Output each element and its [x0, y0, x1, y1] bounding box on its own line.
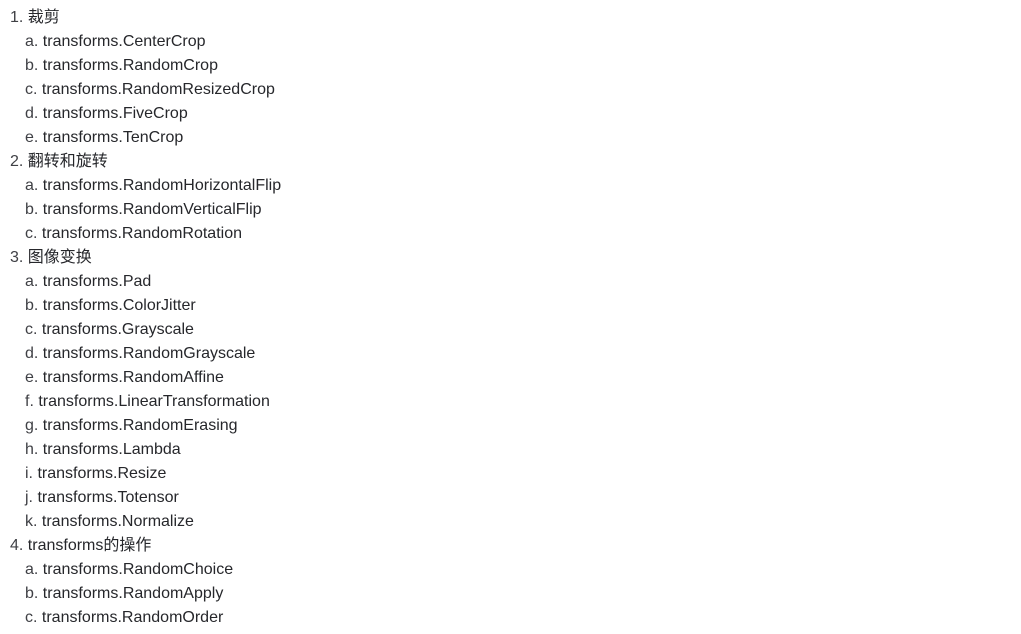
outline-subitem-label: transforms.RandomGrayscale: [42, 345, 256, 362]
outline-subitem: k. transforms.Normalize: [0, 510, 1021, 534]
outline-subitem-label: transforms.Totensor: [37, 489, 179, 506]
outline-item-label: 图像变换: [27, 249, 92, 266]
outline-subitem-label: transforms.Pad: [42, 273, 152, 290]
outline-subitem-label: transforms.FiveCrop: [42, 105, 188, 122]
outline-subitem: a. transforms.CenterCrop: [0, 30, 1021, 54]
outline-subitem-label: transforms.Resize: [37, 465, 167, 482]
outline-subitem-label: transforms.TenCrop: [42, 129, 184, 146]
outline-subitem: a. transforms.RandomChoice: [0, 558, 1021, 582]
outline-subitem-marker: b.: [25, 57, 39, 74]
outline-subitem: f. transforms.LinearTransformation: [0, 390, 1021, 414]
outline-subitem-label: transforms.RandomErasing: [42, 417, 238, 434]
outline-subitem-marker: b.: [25, 201, 39, 218]
outline-item: 1. 裁剪: [0, 6, 1021, 30]
outline-item: 3. 图像变换: [0, 246, 1021, 270]
outline-subitem-marker: a.: [25, 177, 39, 194]
outline-subitem-marker: i.: [25, 465, 33, 482]
outline-subitem: a. transforms.Pad: [0, 270, 1021, 294]
outline-subitem-marker: b.: [25, 585, 39, 602]
outline-subitem-marker: a.: [25, 561, 39, 578]
outline-subitem: g. transforms.RandomErasing: [0, 414, 1021, 438]
outline-item-marker: 3.: [10, 249, 24, 266]
outline-subitem: c. transforms.RandomResizedCrop: [0, 78, 1021, 102]
outline-subitem: j. transforms.Totensor: [0, 486, 1021, 510]
outline-item-marker: 1.: [10, 9, 24, 26]
outline-subitem-label: transforms.LinearTransformation: [38, 393, 270, 410]
outline-subitem-marker: h.: [25, 441, 39, 458]
outline-subitem-label: transforms.RandomApply: [42, 585, 224, 602]
outline-subitem-marker: c.: [25, 609, 38, 626]
outline-subitem-marker: e.: [25, 369, 39, 386]
outline-subitem: h. transforms.Lambda: [0, 438, 1021, 462]
outline-item-label: 翻转和旋转: [27, 153, 108, 170]
outline-subitem-marker: c.: [25, 81, 38, 98]
outline-list: 1. 裁剪 a. transforms.CenterCrop b. transfor…: [0, 6, 1021, 630]
outline-subitem-label: transforms.RandomHorizontalFlip: [42, 177, 282, 194]
outline-subitem-label: transforms.Grayscale: [41, 321, 194, 338]
outline-item-marker: 4.: [10, 537, 24, 554]
outline-subitem-marker: k.: [25, 513, 38, 530]
outline-subitem-marker: g.: [25, 417, 39, 434]
outline-subitem: i. transforms.Resize: [0, 462, 1021, 486]
outline-item: 4. transforms的操作: [0, 534, 1021, 558]
outline-subitem-label: transforms.Normalize: [41, 513, 194, 530]
outline-item: 2. 翻转和旋转: [0, 150, 1021, 174]
outline-subitem-label: transforms.RandomOrder: [41, 609, 224, 626]
outline-subitem-label: transforms.RandomRotation: [41, 225, 242, 242]
outline-subitem-marker: a.: [25, 273, 39, 290]
outline-subitem: b. transforms.RandomApply: [0, 582, 1021, 606]
outline-subitem-marker: d.: [25, 105, 39, 122]
outline-sublist: a. transforms.Pad b. transforms.ColorJitt…: [0, 270, 1021, 534]
outline-subitem-marker: j.: [25, 489, 33, 506]
outline-sublist: a. transforms.RandomHorizontalFlip b. tra…: [0, 174, 1021, 246]
outline-subitem-label: transforms.RandomAffine: [42, 369, 224, 386]
outline-item-label: transforms的操作: [27, 537, 152, 554]
outline-subitem-label: transforms.RandomChoice: [42, 561, 234, 578]
outline-subitem: d. transforms.RandomGrayscale: [0, 342, 1021, 366]
outline-subitem-label: transforms.RandomCrop: [42, 57, 218, 74]
outline-subitem: d. transforms.FiveCrop: [0, 102, 1021, 126]
outline-subitem-marker: a.: [25, 33, 39, 50]
outline-subitem-label: transforms.RandomVerticalFlip: [42, 201, 262, 218]
outline-subitem: b. transforms.ColorJitter: [0, 294, 1021, 318]
outline-subitem-marker: b.: [25, 297, 39, 314]
outline-subitem: c. transforms.Grayscale: [0, 318, 1021, 342]
outline-subitem-marker: e.: [25, 129, 39, 146]
outline-item-label: 裁剪: [27, 9, 60, 26]
outline-sublist: a. transforms.CenterCrop b. transforms.Ra…: [0, 30, 1021, 150]
outline-item-marker: 2.: [10, 153, 24, 170]
outline-subitem-label: transforms.ColorJitter: [42, 297, 196, 314]
outline-subitem-label: transforms.CenterCrop: [42, 33, 206, 50]
outline-subitem-label: transforms.Lambda: [42, 441, 181, 458]
outline-subitem-marker: c.: [25, 321, 38, 338]
outline-sublist: a. transforms.RandomChoice b. transforms.…: [0, 558, 1021, 630]
outline-subitem: e. transforms.TenCrop: [0, 126, 1021, 150]
outline-subitem-marker: d.: [25, 345, 39, 362]
outline-subitem-label: transforms.RandomResizedCrop: [41, 81, 275, 98]
outline-subitem: a. transforms.RandomHorizontalFlip: [0, 174, 1021, 198]
outline-subitem: b. transforms.RandomCrop: [0, 54, 1021, 78]
outline-subitem: e. transforms.RandomAffine: [0, 366, 1021, 390]
outline-subitem: c. transforms.RandomOrder: [0, 606, 1021, 630]
outline-subitem-marker: f.: [25, 393, 34, 410]
outline-subitem: c. transforms.RandomRotation: [0, 222, 1021, 246]
document-body: 1. 裁剪 a. transforms.CenterCrop b. transfor…: [0, 0, 1021, 630]
outline-subitem: b. transforms.RandomVerticalFlip: [0, 198, 1021, 222]
outline-subitem-marker: c.: [25, 225, 38, 242]
